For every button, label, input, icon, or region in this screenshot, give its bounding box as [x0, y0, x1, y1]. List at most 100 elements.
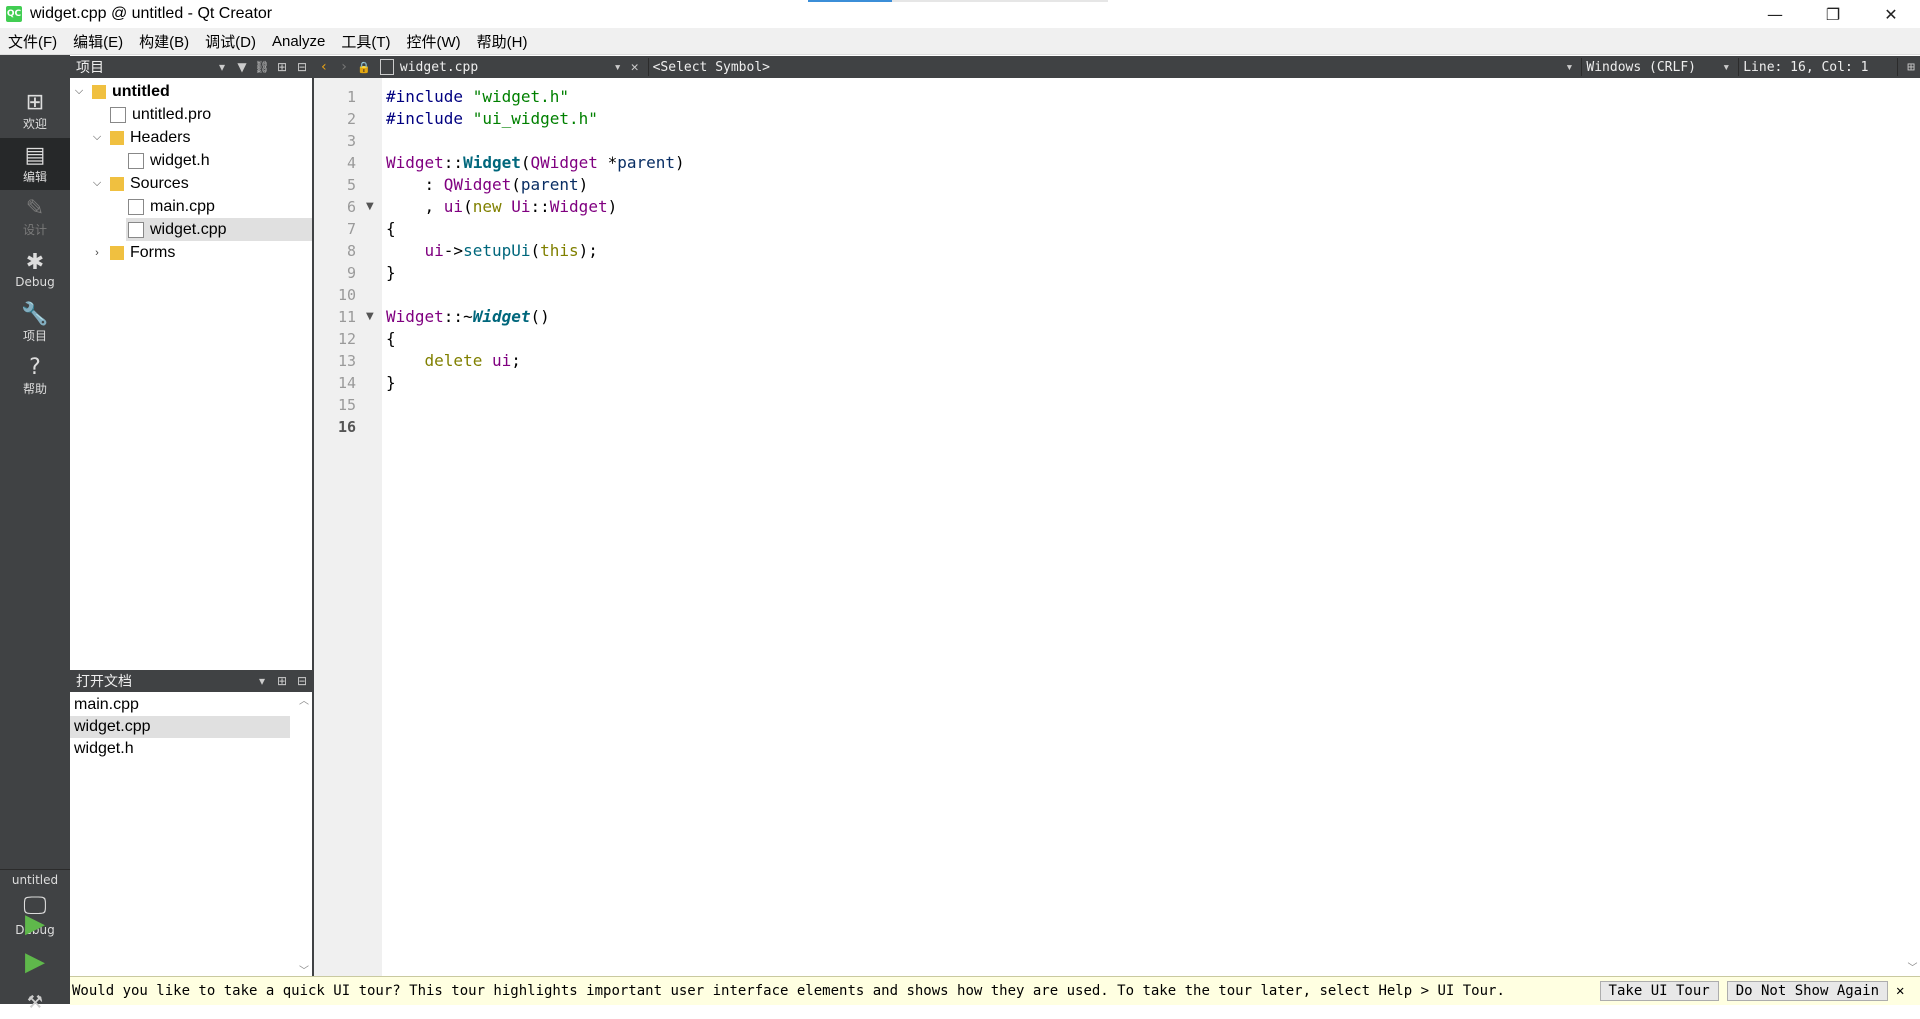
- cursor-position[interactable]: Line: 16, Col: 1: [1743, 60, 1893, 75]
- mode-welcome[interactable]: ⊞ 欢迎: [0, 85, 70, 137]
- toolbar-separator: [647, 58, 649, 76]
- editor-toolbar: ‹ › 🔒 widget.cpp ▾ ✕ <Select Symbol> ▾ W…: [314, 56, 1920, 78]
- forward-icon[interactable]: ›: [334, 59, 354, 75]
- header-file-icon: [128, 152, 144, 169]
- close-infobar-icon[interactable]: ✕: [1896, 983, 1912, 999]
- chevron-down-icon[interactable]: ▾: [610, 60, 626, 75]
- mode-label: 编辑: [22, 169, 47, 184]
- line-number: 6: [346, 198, 356, 216]
- line-number: 8: [346, 242, 356, 260]
- chevron-down-icon[interactable]: ▾: [252, 674, 272, 688]
- tree-item-headers[interactable]: ⌵ Headers: [70, 126, 332, 149]
- run-button[interactable]: ▶: [18, 907, 52, 941]
- mode-help[interactable]: ? 帮助: [0, 350, 70, 402]
- chevron-down-icon[interactable]: ▾: [1718, 60, 1734, 75]
- scroll-down-icon[interactable]: ﹀: [296, 962, 312, 977]
- line-number-current: 16: [337, 418, 356, 436]
- minimize-button[interactable]: —: [1746, 0, 1804, 28]
- mode-design[interactable]: ✎ 设计: [0, 191, 70, 243]
- menu-debug[interactable]: 调试(D): [197, 31, 264, 52]
- chevron-down-icon[interactable]: ▾: [1561, 60, 1577, 75]
- open-doc-item[interactable]: main.cpp: [70, 694, 290, 716]
- menu-file[interactable]: 文件(F): [0, 31, 65, 52]
- chevron-down-icon[interactable]: ▾: [212, 60, 232, 74]
- code-line: {: [386, 219, 396, 238]
- mode-debug[interactable]: ✱ Debug: [0, 244, 70, 296]
- line-number: 2: [346, 110, 356, 128]
- mode-separator: [0, 869, 70, 870]
- editor-scrollbar[interactable]: ﹀: [1905, 78, 1920, 976]
- tree-item-pro-file[interactable]: untitled.pro: [70, 103, 352, 126]
- chevron-down-icon[interactable]: ⌵: [72, 85, 86, 98]
- help-icon: ?: [29, 354, 41, 380]
- menu-build[interactable]: 构建(B): [131, 31, 197, 52]
- open-documents-title[interactable]: 打开文档: [76, 671, 252, 691]
- window-title: widget.cpp @ untitled - Qt Creator: [30, 5, 273, 22]
- line-number: 5: [346, 176, 356, 194]
- code-line: Widget::Widget(QWidget *parent): [386, 153, 685, 172]
- title-bar: QC widget.cpp @ untitled - Qt Creator — …: [0, 0, 1920, 28]
- fold-arrow-icon[interactable]: ▼: [366, 306, 374, 328]
- menu-controls[interactable]: 控件(W): [399, 31, 469, 52]
- document-selector[interactable]: widget.cpp: [400, 60, 610, 75]
- chevron-right-icon[interactable]: ›: [90, 247, 104, 259]
- code-line: {: [386, 329, 396, 348]
- filter-icon[interactable]: ▼: [232, 60, 252, 74]
- tree-item-project[interactable]: ⌵ untitled: [70, 80, 314, 103]
- code-line: : QWidget(parent): [386, 175, 589, 194]
- mode-label: Debug: [15, 275, 55, 289]
- build-button[interactable]: ⚒: [18, 985, 52, 1019]
- close-panel-icon[interactable]: ⊟: [292, 60, 312, 74]
- tree-item-label: untitled.pro: [132, 105, 212, 123]
- pencil-icon: ✎: [25, 195, 45, 221]
- mode-bar: ⊞ 欢迎 ▤ 编辑 ✎ 设计 ✱ Debug 🔧 项目 ? 帮助 untitle…: [0, 55, 70, 1013]
- tree-item-widget-cpp[interactable]: widget.cpp: [126, 218, 314, 241]
- close-document-icon[interactable]: ✕: [626, 60, 644, 75]
- menu-tools[interactable]: 工具(T): [333, 31, 398, 52]
- take-ui-tour-button[interactable]: Take UI Tour: [1599, 981, 1719, 1001]
- tree-item-label: untitled: [112, 82, 170, 100]
- close-panel-icon[interactable]: ⊟: [292, 674, 312, 688]
- tree-item-label: Headers: [130, 128, 191, 146]
- hammer-icon: ⚒: [26, 991, 44, 1013]
- tree-item-sources[interactable]: ⌵ Sources: [70, 172, 332, 195]
- mode-edit[interactable]: ▤ 编辑: [0, 138, 70, 190]
- symbol-selector[interactable]: <Select Symbol>: [653, 60, 1562, 75]
- back-icon[interactable]: ‹: [314, 59, 334, 75]
- split-icon[interactable]: ⊞: [272, 60, 292, 74]
- menu-bar: 文件(F) 编辑(E) 构建(B) 调试(D) Analyze 工具(T) 控件…: [0, 28, 1920, 55]
- open-documents-header: 打开文档 ▾ ⊞ ⊟: [70, 670, 312, 692]
- lock-icon: 🔒: [357, 60, 371, 74]
- menu-edit[interactable]: 编辑(E): [65, 31, 131, 52]
- scroll-up-icon[interactable]: ︿: [296, 692, 312, 707]
- code-line: Widget::~Widget(): [386, 307, 550, 326]
- open-doc-item[interactable]: widget.h: [70, 738, 290, 760]
- toolbar-separator: [1897, 58, 1899, 76]
- restore-button[interactable]: ❐: [1804, 0, 1862, 28]
- line-ending-selector[interactable]: Windows (CRLF): [1586, 60, 1718, 75]
- link-icon[interactable]: ⛓: [252, 60, 272, 74]
- open-documents-scrollbar[interactable]: ︿ ﹀: [296, 692, 312, 977]
- chevron-down-icon[interactable]: ⌵: [90, 177, 104, 190]
- menu-analyze[interactable]: Analyze: [264, 33, 333, 50]
- line-number: 14: [337, 374, 356, 392]
- code-line: ui->setupUi(this);: [424, 241, 598, 260]
- code-line: #include "widget.h": [386, 87, 570, 106]
- open-documents-list: main.cpp widget.cpp widget.h ︿ ﹀: [70, 692, 312, 977]
- folder-icon: [110, 130, 124, 145]
- tree-item-forms[interactable]: › Forms: [70, 241, 332, 264]
- menu-help[interactable]: 帮助(H): [469, 31, 536, 52]
- chevron-down-icon[interactable]: ⌵: [90, 131, 104, 144]
- fold-arrow-icon[interactable]: ▼: [366, 196, 374, 218]
- code-editor[interactable]: #include "widget.h" #include "ui_widget.…: [382, 78, 1905, 976]
- pro-file-icon: [110, 106, 126, 123]
- project-panel-title[interactable]: 项目: [76, 57, 212, 77]
- split-icon[interactable]: ⊞: [272, 674, 292, 688]
- close-window-button[interactable]: ✕: [1862, 0, 1920, 28]
- scroll-down-icon[interactable]: ﹀: [1905, 959, 1920, 974]
- do-not-show-again-button[interactable]: Do Not Show Again: [1726, 981, 1888, 1001]
- split-editor-icon[interactable]: ⊞: [1902, 60, 1920, 75]
- mode-projects[interactable]: 🔧 项目: [0, 297, 70, 349]
- debug-run-button[interactable]: ▶: [18, 945, 52, 979]
- open-doc-item[interactable]: widget.cpp: [70, 716, 290, 738]
